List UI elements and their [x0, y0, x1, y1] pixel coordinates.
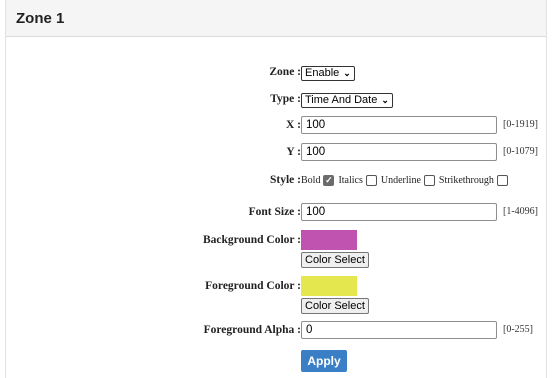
background-color-label: Background Color :: [203, 234, 301, 246]
foreground-color-select-button[interactable]: Color Select: [301, 298, 369, 314]
style-options: Bold ✓ Italics Underline Strikethrough: [301, 175, 512, 186]
italics-label: Italics: [338, 175, 363, 186]
zone-select-value: Enable: [305, 67, 340, 79]
italics-checkbox[interactable]: [365, 175, 377, 186]
zone-label: Zone :: [269, 66, 301, 78]
apply-row: Apply: [6, 350, 546, 374]
font-size-input[interactable]: 100: [301, 203, 497, 221]
strikethrough-label: Strikethrough: [438, 175, 494, 186]
style-label: Style :: [270, 174, 301, 186]
font-size-label: Font Size :: [248, 206, 301, 218]
foreground-alpha-input[interactable]: 0: [301, 321, 497, 339]
type-row: Type : Time And Date ⌄: [6, 90, 546, 112]
underline-label: Underline: [380, 175, 421, 186]
type-select[interactable]: Time And Date ⌄: [301, 92, 393, 108]
chevron-down-icon: ⌄: [381, 94, 389, 105]
type-select-value: Time And Date: [305, 94, 378, 106]
foreground-color-swatch: [301, 276, 357, 296]
foreground-alpha-range: [0-255]: [503, 324, 533, 335]
bold-label: Bold: [301, 175, 321, 186]
strikethrough-checkbox[interactable]: [496, 175, 508, 186]
zone-select[interactable]: Enable ⌄: [301, 65, 355, 81]
y-row: Y : 100 [0-1079]: [6, 143, 546, 165]
apply-button[interactable]: Apply: [301, 350, 347, 372]
x-row: X : 100 [0-1919]: [6, 116, 546, 138]
underline-checkbox[interactable]: [423, 175, 435, 186]
chevron-down-icon: ⌄: [343, 67, 351, 78]
foreground-color-row: Foreground Color : Color Select: [6, 276, 546, 316]
x-input[interactable]: 100: [301, 116, 497, 134]
zone-panel: Zone 1 Zone : Enable ⌄ Type : Time And D…: [5, 0, 547, 378]
zone-row: Zone : Enable ⌄: [6, 63, 546, 85]
bold-checkbox[interactable]: ✓: [323, 175, 335, 186]
type-label: Type :: [270, 93, 301, 105]
foreground-color-label: Foreground Color :: [205, 280, 301, 292]
background-color-row: Background Color : Color Select: [6, 230, 546, 270]
style-row: Style : Bold ✓ Italics Underline Striket…: [6, 171, 546, 193]
y-label: Y :: [286, 146, 301, 158]
x-label: X :: [285, 119, 301, 131]
background-color-swatch: [301, 230, 357, 250]
x-range: [0-1919]: [503, 119, 538, 130]
y-range: [0-1079]: [503, 146, 538, 157]
foreground-alpha-row: Foreground Alpha : 0 [0-255]: [6, 321, 546, 343]
font-size-range: [1-4096]: [503, 206, 538, 217]
background-color-select-button[interactable]: Color Select: [301, 252, 369, 268]
y-input[interactable]: 100: [301, 143, 497, 161]
panel-title: Zone 1: [6, 0, 546, 37]
font-size-row: Font Size : 100 [1-4096]: [6, 203, 546, 225]
foreground-alpha-label: Foreground Alpha :: [203, 324, 301, 336]
